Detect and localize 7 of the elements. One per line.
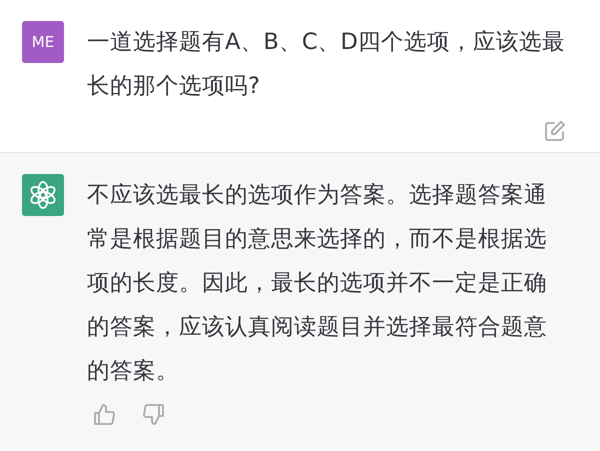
edit-icon[interactable] — [544, 120, 566, 142]
user-avatar: ME — [22, 21, 64, 63]
thumbs-down-icon[interactable] — [143, 403, 165, 426]
answer-text: 不应该选最长的选项作为答案。选择题答案通常是根据题目的意思来选择的，而不是根据选项的长度。因此，最长的选项并不一定是正确的答案，应该认真阅读题目并选择最符合题意的答案。 — [87, 181, 548, 386]
thumbs-up-icon[interactable] — [93, 403, 115, 426]
question-text: 一道选择题有A、B、C、D四个选项，应该选最长的那个选项吗? — [87, 28, 566, 101]
logo-icon — [29, 181, 57, 209]
